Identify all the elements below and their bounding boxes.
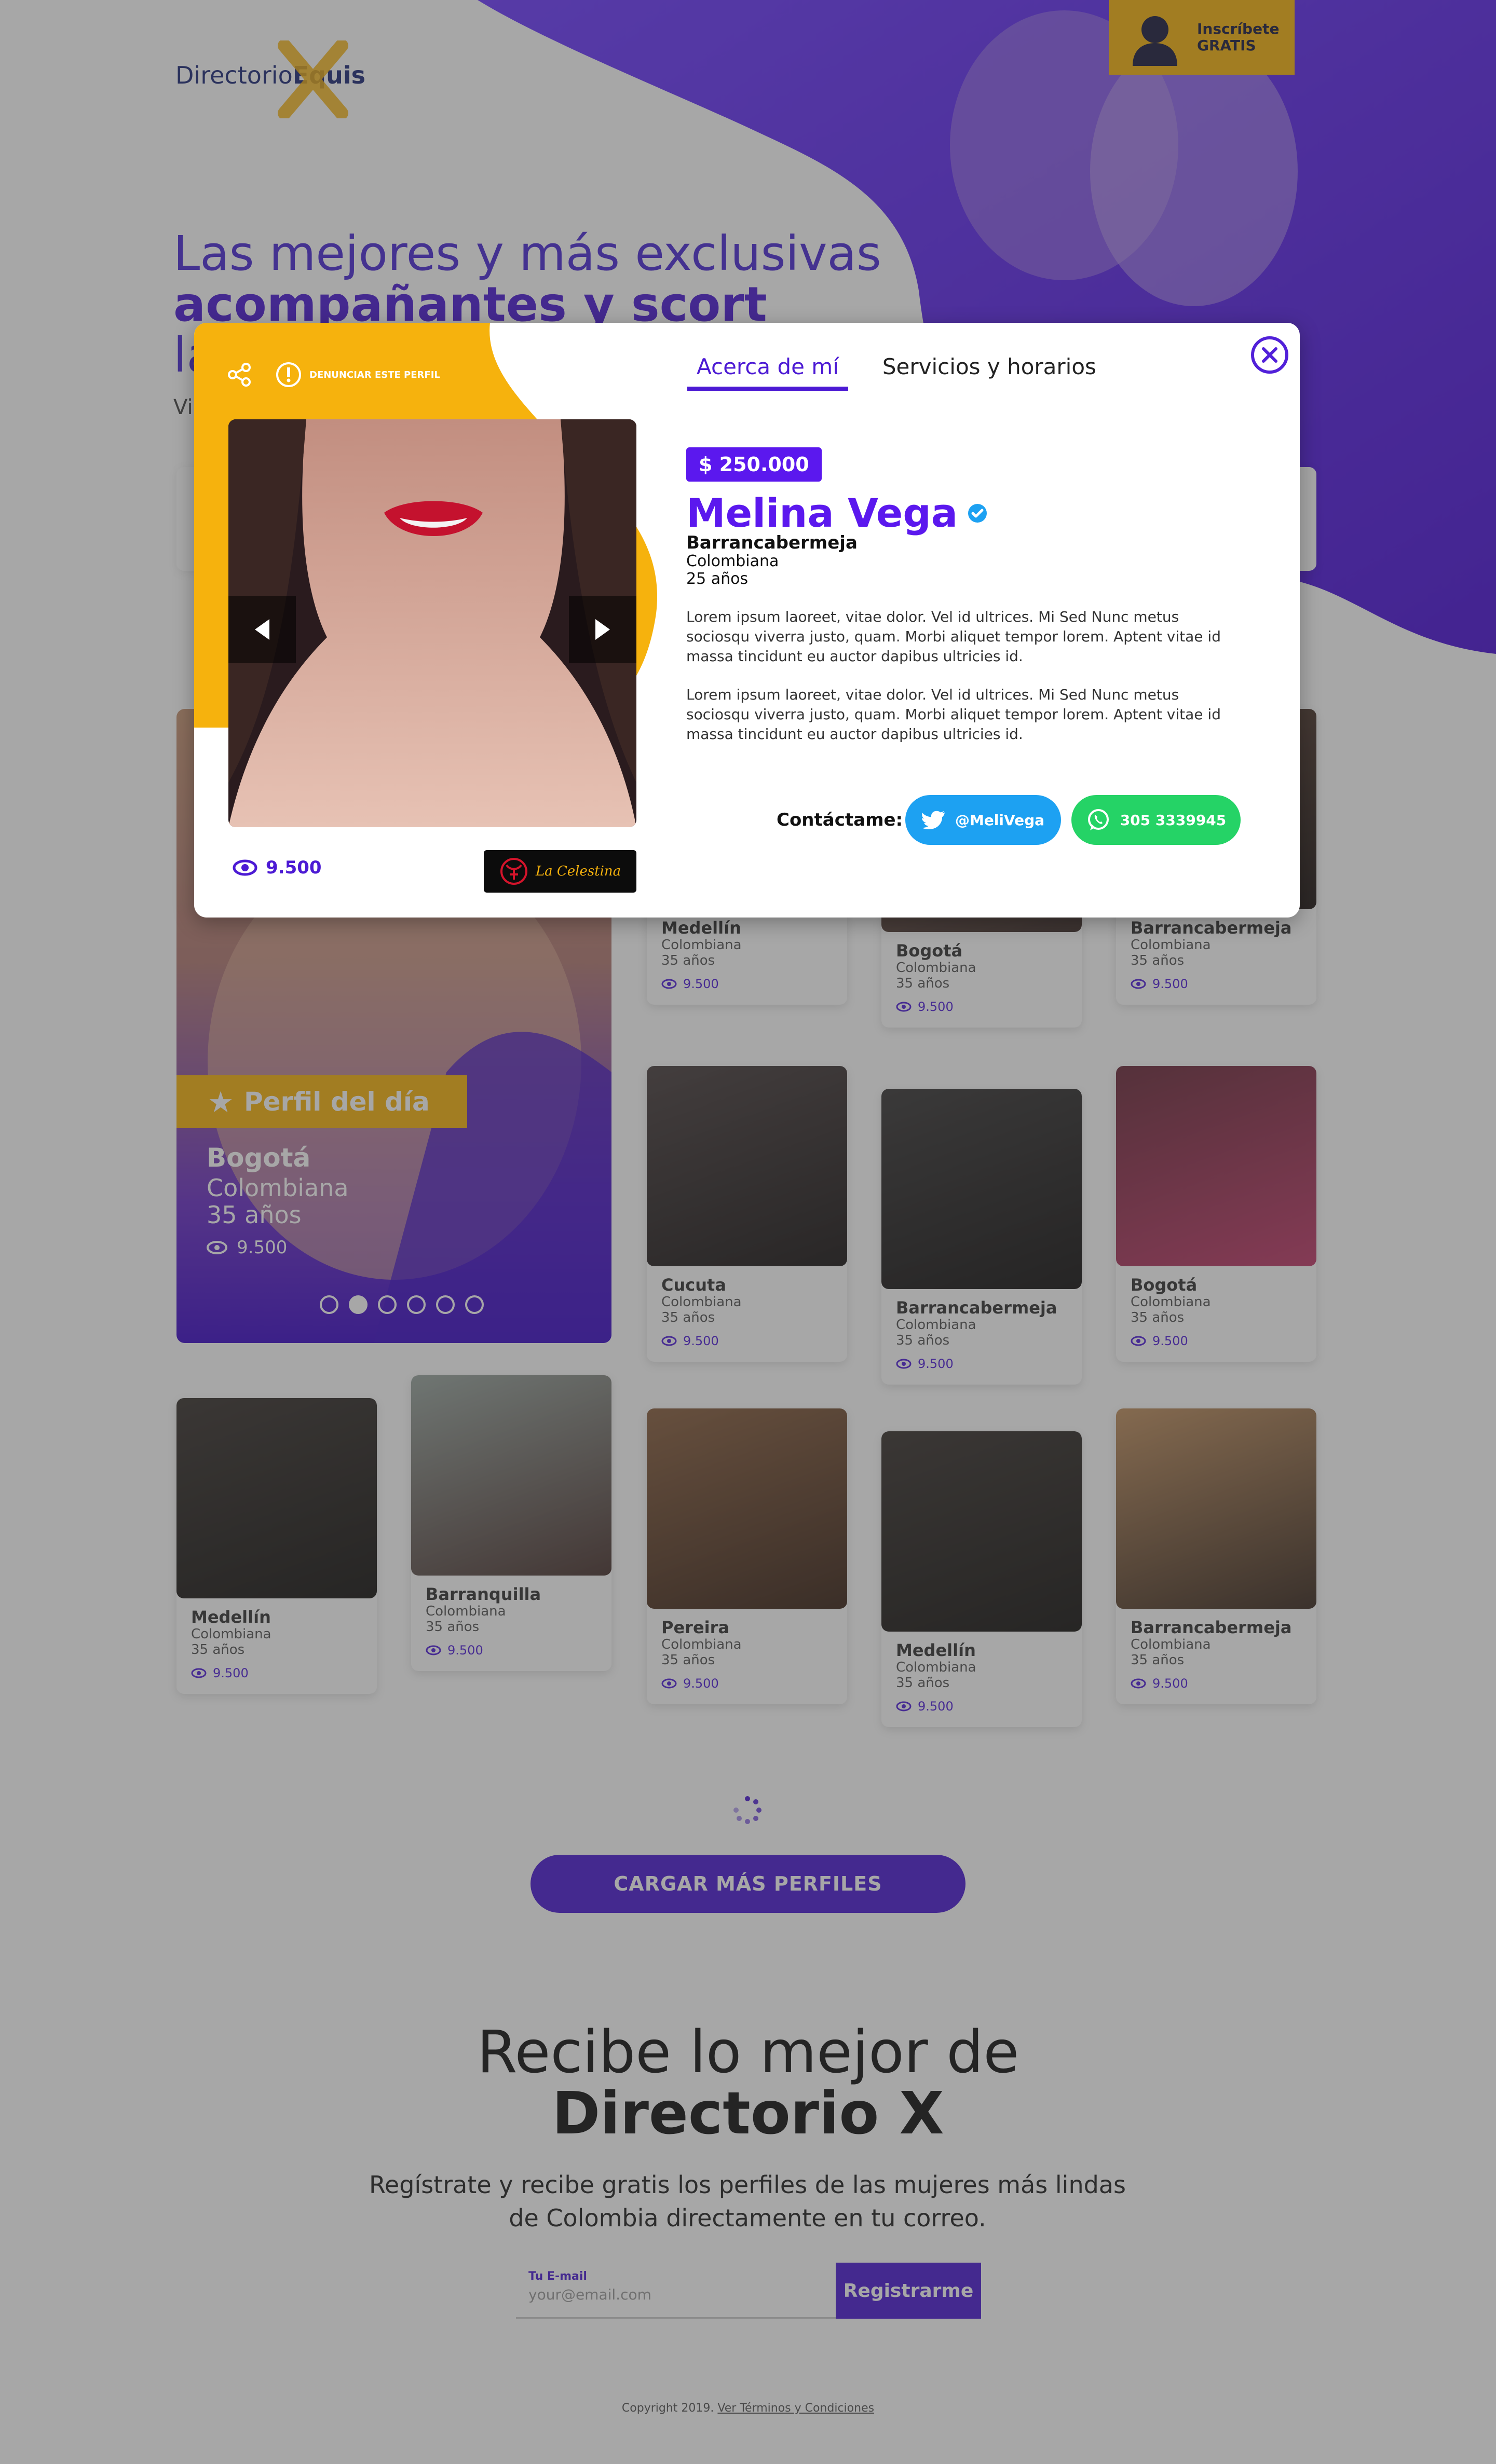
profile-views-count: 9.500 (266, 857, 322, 878)
sponsor-badge[interactable]: La Celestina (484, 850, 636, 893)
twitter-contact-button[interactable]: @MeliVega (905, 795, 1061, 845)
sponsor-name: La Celestina (535, 864, 621, 879)
twitter-icon (921, 811, 945, 829)
whatsapp-number: 305 3339945 (1120, 811, 1227, 829)
close-modal-button[interactable] (1251, 336, 1288, 374)
photo-prev-button[interactable] (228, 596, 296, 663)
price-badge: $ 250.000 (686, 447, 822, 482)
tab-about[interactable]: Acerca de mí (687, 354, 848, 391)
profile-photo (228, 419, 636, 827)
verified-icon (968, 503, 987, 523)
chevron-left-icon (255, 619, 269, 640)
profile-name-text: Melina Vega (686, 490, 958, 536)
bio-paragraph: Lorem ipsum laoreet, vitae dolor. Vel id… (686, 608, 1221, 665)
report-label: DENUNCIAR ESTE PERFIL (309, 369, 440, 380)
photo-next-button[interactable] (569, 596, 636, 663)
share-button[interactable] (226, 361, 253, 388)
tab-services[interactable]: Servicios y horarios (873, 354, 1106, 391)
bio-paragraph: Lorem ipsum laoreet, vitae dolor. Vel id… (686, 686, 1221, 743)
chevron-right-icon (595, 619, 610, 640)
share-icon (228, 363, 251, 387)
profile-city: Barrancabermeja (686, 532, 858, 553)
twitter-handle: @MeliVega (955, 811, 1045, 829)
profile-views: 9.500 (233, 857, 322, 878)
sponsor-logo-icon (500, 858, 527, 885)
profile-modal: DENUNCIAR ESTE PERFIL 9.500 La Celestina… (194, 323, 1300, 918)
profile-name: Melina Vega (686, 490, 988, 536)
profile-age: 25 años (686, 570, 749, 588)
report-profile-button[interactable]: DENUNCIAR ESTE PERFIL (275, 361, 440, 388)
alert-icon (276, 362, 301, 387)
whatsapp-contact-button[interactable]: 305 3339945 (1071, 795, 1241, 845)
profile-tabs: Acerca de mí Servicios y horarios (687, 354, 1106, 391)
whatsapp-icon (1087, 809, 1109, 830)
close-icon (1262, 347, 1277, 363)
eye-icon (233, 859, 257, 876)
profile-nationality: Colombiana (686, 552, 779, 570)
contact-label: Contáctame: (777, 810, 903, 830)
